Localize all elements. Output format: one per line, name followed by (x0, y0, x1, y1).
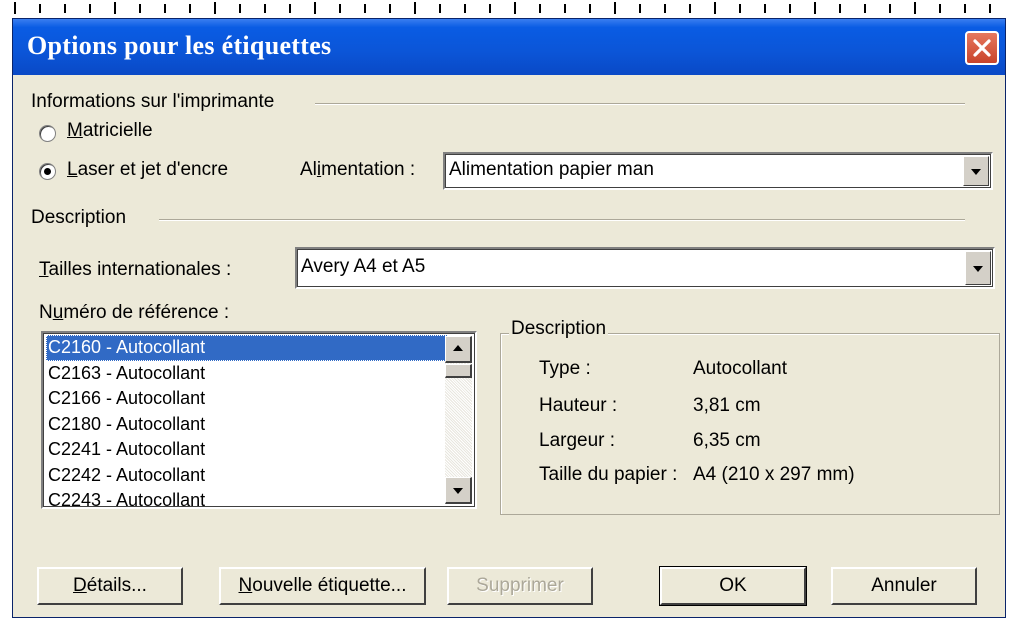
laser-radio[interactable] (39, 163, 56, 180)
ruler-tick (14, 2, 16, 14)
title-bar: Options pour les étiquettes (13, 19, 1005, 75)
list-item[interactable]: C2242 - Autocollant (46, 463, 448, 489)
ruler-tick (914, 2, 916, 14)
list-item[interactable]: C2241 - Autocollant (46, 437, 448, 463)
document-ruler (0, 0, 1010, 20)
scroll-thumb[interactable] (445, 364, 472, 378)
ruler-tick (414, 2, 416, 14)
ruler-tick (139, 4, 141, 13)
height-value: 3,81 cm (693, 395, 761, 416)
ruler-tick (389, 4, 391, 13)
ok-button[interactable]: OK (659, 566, 807, 606)
scroll-down-arrow-icon (453, 488, 463, 494)
ruler-tick (639, 4, 641, 13)
reference-list-items: C2160 - Autocollant C2163 - Autocollant … (46, 335, 448, 507)
ruler-tick (689, 4, 691, 13)
feed-select-arrow[interactable] (963, 156, 989, 186)
width-label: Largeur : (539, 430, 616, 451)
list-item[interactable]: C2166 - Autocollant (46, 386, 448, 412)
description-divider (159, 219, 965, 221)
ruler-tick (714, 2, 716, 14)
description-details-title: Description (509, 318, 609, 340)
width-value: 6,35 cm (693, 430, 761, 451)
list-item[interactable]: C2243 - Autocollant (46, 488, 448, 507)
feed-label: Alimentation : (300, 159, 416, 180)
ruler-tick (39, 4, 41, 13)
ruler-tick (114, 2, 116, 14)
list-item[interactable]: C2163 - Autocollant (46, 361, 448, 387)
ruler-tick (314, 2, 316, 14)
ruler-tick (489, 4, 491, 13)
description-group-label: Description (31, 207, 127, 228)
ruler-tick (439, 4, 441, 13)
ruler-tick (839, 4, 841, 13)
scroll-down-button[interactable] (445, 477, 472, 504)
ruler-tick (789, 4, 791, 13)
scroll-up-arrow-icon (453, 345, 463, 351)
close-icon (973, 39, 991, 57)
ruler-tick (964, 4, 966, 13)
ruler-tick (89, 4, 91, 13)
list-item[interactable]: C2180 - Autocollant (46, 412, 448, 438)
ruler-tick (939, 4, 941, 13)
matrix-radio-label[interactable]: Matricielle (67, 120, 153, 142)
scroll-up-button[interactable] (445, 336, 472, 363)
ruler-tick (464, 4, 466, 13)
ruler-tick (614, 2, 616, 14)
ruler-tick (514, 2, 516, 14)
type-value: Autocollant (693, 358, 788, 379)
type-label: Type : (539, 358, 591, 379)
ruler-tick (864, 4, 866, 13)
cancel-button[interactable]: Annuler (831, 567, 977, 605)
printer-info-divider (315, 103, 965, 105)
ruler-tick (589, 4, 591, 13)
ruler-tick (764, 4, 766, 13)
label-options-dialog: Options pour les étiquettes Informations… (12, 18, 1006, 618)
paper-size-value: A4 (210 x 297 mm) (693, 464, 855, 485)
new-label-button[interactable]: Nouvelle étiquette... (219, 567, 426, 605)
ruler-tick (239, 4, 241, 13)
ruler-tick (364, 4, 366, 13)
international-sizes-label: Tailles internationales : (39, 259, 232, 280)
ruler-tick (289, 4, 291, 13)
ruler-tick (164, 4, 166, 13)
list-item[interactable]: C2160 - Autocollant (46, 335, 448, 361)
ruler-tick (989, 4, 991, 13)
list-scrollbar[interactable] (445, 336, 472, 504)
ruler-tick (539, 4, 541, 13)
dropdown-arrow-icon (971, 169, 981, 175)
feed-select[interactable]: Alimentation papier man (443, 152, 993, 190)
international-sizes-value: Avery A4 et A5 (301, 256, 426, 277)
ruler-tick (564, 4, 566, 13)
ruler-tick (64, 4, 66, 13)
dropdown-arrow-icon (973, 266, 983, 272)
international-sizes-select[interactable]: Avery A4 et A5 (295, 247, 995, 289)
ruler-tick (889, 4, 891, 13)
ruler-tick (814, 2, 816, 14)
height-label: Hauteur : (539, 395, 618, 416)
reference-number-label: Numéro de référence : (39, 302, 230, 323)
reference-number-list[interactable]: C2160 - Autocollant C2163 - Autocollant … (41, 331, 477, 509)
details-button[interactable]: Détails... (37, 567, 183, 605)
international-sizes-arrow[interactable] (965, 251, 991, 285)
paper-size-label: Taille du papier : (539, 464, 678, 485)
laser-radio-label[interactable]: Laser et jet d'encre (67, 159, 228, 181)
ruler-tick (264, 4, 266, 13)
ruler-tick (664, 4, 666, 13)
ruler-tick (214, 2, 216, 14)
ruler-tick (189, 4, 191, 13)
matrix-radio[interactable] (39, 125, 56, 142)
ruler-tick (739, 4, 741, 13)
close-button[interactable] (965, 31, 999, 65)
printer-info-group-label: Informations sur l'imprimante (31, 91, 275, 112)
delete-button[interactable]: Supprimer (447, 567, 593, 605)
feed-select-value: Alimentation papier man (449, 159, 654, 180)
dialog-title: Options pour les étiquettes (27, 31, 332, 60)
ruler-tick (339, 4, 341, 13)
